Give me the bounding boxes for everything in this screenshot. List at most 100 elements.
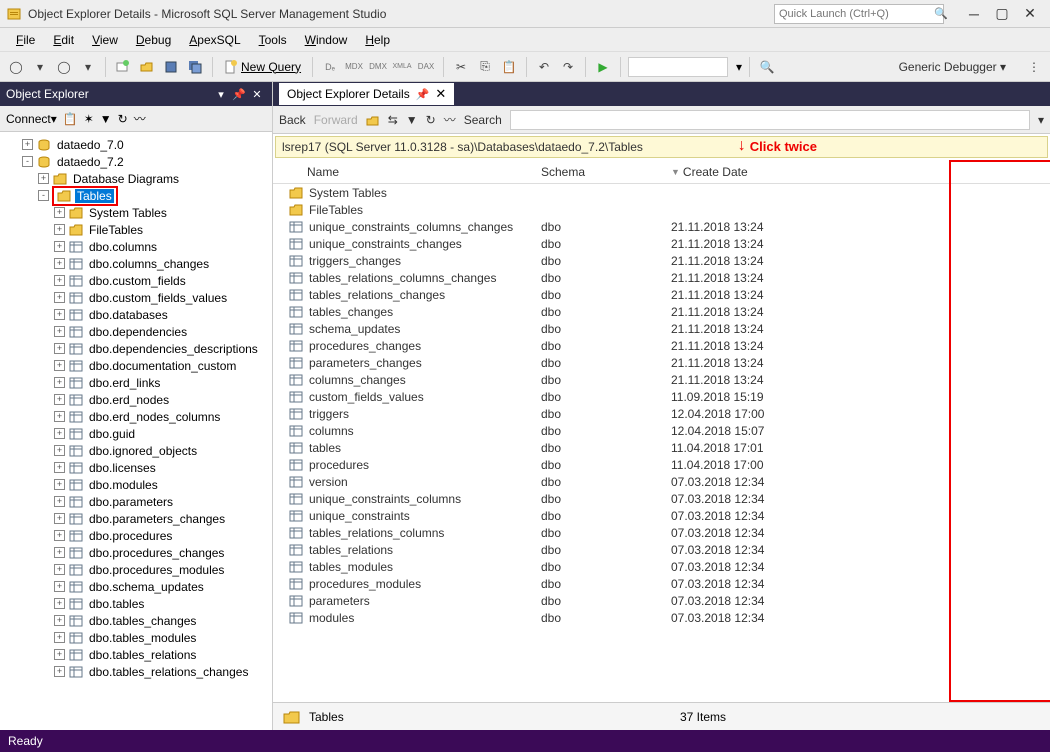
- expand-icon[interactable]: +: [54, 343, 65, 354]
- mdx-icon[interactable]: MDX: [344, 57, 364, 77]
- tree-node[interactable]: +dbo.modules: [0, 476, 272, 493]
- refresh-icon[interactable]: ↻: [426, 113, 436, 127]
- close-button[interactable]: ✕: [1016, 4, 1044, 24]
- expand-icon[interactable]: -: [38, 190, 49, 201]
- filter-icon[interactable]: ▼: [406, 113, 418, 127]
- open-icon[interactable]: [137, 57, 157, 77]
- expand-icon[interactable]: +: [54, 394, 65, 405]
- tree-node[interactable]: +dbo.tables: [0, 595, 272, 612]
- minimize-button[interactable]: ─: [960, 4, 988, 24]
- pane-pin-icon[interactable]: 📌: [230, 88, 248, 101]
- expand-icon[interactable]: +: [54, 258, 65, 269]
- tree-node[interactable]: +FileTables: [0, 221, 272, 238]
- up-icon[interactable]: [366, 113, 380, 127]
- expand-icon[interactable]: +: [54, 292, 65, 303]
- nav-back-button[interactable]: ◯: [6, 57, 26, 77]
- search-icon[interactable]: 🔍: [934, 7, 948, 20]
- expand-icon[interactable]: +: [54, 564, 65, 575]
- expand-icon[interactable]: +: [54, 309, 65, 320]
- expand-icon[interactable]: +: [54, 377, 65, 388]
- nav-back-dd[interactable]: ▾: [30, 57, 50, 77]
- tree-node[interactable]: +dbo.columns_changes: [0, 255, 272, 272]
- expand-icon[interactable]: +: [54, 462, 65, 473]
- tree-node[interactable]: +dbo.licenses: [0, 459, 272, 476]
- activity-icon[interactable]: 〰: [444, 111, 456, 128]
- oe-filter-icon[interactable]: ▼: [100, 112, 112, 126]
- menu-view[interactable]: View: [84, 31, 126, 49]
- expand-icon[interactable]: +: [54, 241, 65, 252]
- oe-btn-1[interactable]: 📋: [63, 112, 78, 126]
- tree-node[interactable]: +dbo.erd_links: [0, 374, 272, 391]
- tree-node[interactable]: -dataedo_7.2: [0, 153, 272, 170]
- tree-node[interactable]: +dbo.dependencies: [0, 323, 272, 340]
- expand-icon[interactable]: +: [54, 496, 65, 507]
- save-icon[interactable]: [161, 57, 181, 77]
- expand-icon[interactable]: -: [22, 156, 33, 167]
- expand-icon[interactable]: +: [54, 275, 65, 286]
- tree-node[interactable]: +dbo.erd_nodes_columns: [0, 408, 272, 425]
- expand-icon[interactable]: +: [54, 207, 65, 218]
- tree-node[interactable]: +dbo.tables_modules: [0, 629, 272, 646]
- dax-icon[interactable]: DAX: [416, 57, 436, 77]
- nav-fwd-button[interactable]: ◯: [54, 57, 74, 77]
- details-grid[interactable]: Name Schema ▼Create Date System TablesFi…: [273, 160, 1050, 702]
- expand-icon[interactable]: +: [54, 360, 65, 371]
- paste-icon[interactable]: 📋: [499, 57, 519, 77]
- play-icon[interactable]: ▶: [593, 57, 613, 77]
- expand-icon[interactable]: +: [54, 615, 65, 626]
- tree-node[interactable]: -Tables: [0, 187, 272, 204]
- col-schema[interactable]: Schema: [533, 160, 663, 183]
- oe-activity-icon[interactable]: 〰: [134, 110, 146, 127]
- expand-icon[interactable]: +: [54, 581, 65, 592]
- expand-icon[interactable]: +: [54, 666, 65, 677]
- tree-node[interactable]: +dbo.custom_fields_values: [0, 289, 272, 306]
- tree-node[interactable]: +dbo.tables_changes: [0, 612, 272, 629]
- forward-button[interactable]: Forward: [314, 113, 358, 127]
- expand-icon[interactable]: +: [54, 224, 65, 235]
- tree-node[interactable]: +Database Diagrams: [0, 170, 272, 187]
- tree-node[interactable]: +dbo.schema_updates: [0, 578, 272, 595]
- nav-fwd-dd[interactable]: ▾: [78, 57, 98, 77]
- redo-icon[interactable]: ↷: [558, 57, 578, 77]
- menu-file[interactable]: File: [8, 31, 43, 49]
- tree-node[interactable]: +dbo.databases: [0, 306, 272, 323]
- tab-close-icon[interactable]: ✕: [435, 86, 446, 102]
- generic-debugger-dropdown[interactable]: Generic Debugger ▾: [895, 60, 1020, 74]
- col-create-date[interactable]: ▼Create Date: [663, 160, 793, 183]
- cut-icon[interactable]: ✂: [451, 57, 471, 77]
- col-name[interactable]: Name: [273, 160, 533, 183]
- expand-icon[interactable]: +: [22, 139, 33, 150]
- tree-node[interactable]: +dbo.tables_relations_changes: [0, 663, 272, 680]
- tree-node[interactable]: +System Tables: [0, 204, 272, 221]
- tree-node[interactable]: +dbo.dependencies_descriptions: [0, 340, 272, 357]
- tree-node[interactable]: +dbo.tables_relations: [0, 646, 272, 663]
- expand-icon[interactable]: +: [54, 513, 65, 524]
- expand-icon[interactable]: +: [54, 632, 65, 643]
- expand-icon[interactable]: +: [54, 547, 65, 558]
- find-icon[interactable]: 🔍: [757, 57, 777, 77]
- expand-icon[interactable]: +: [54, 479, 65, 490]
- expand-icon[interactable]: +: [54, 445, 65, 456]
- connect-button[interactable]: Connect ▾: [6, 112, 57, 126]
- expand-icon[interactable]: +: [54, 326, 65, 337]
- tree-node[interactable]: +dbo.procedures_modules: [0, 561, 272, 578]
- expand-icon[interactable]: +: [54, 530, 65, 541]
- menu-tools[interactable]: Tools: [251, 31, 295, 49]
- expand-icon[interactable]: +: [54, 411, 65, 422]
- new-project-icon[interactable]: [113, 57, 133, 77]
- expand-icon[interactable]: +: [38, 173, 49, 184]
- tree-node[interactable]: +dbo.procedures_changes: [0, 544, 272, 561]
- copy-icon[interactable]: ⎘: [475, 57, 495, 77]
- search-dropdown-icon[interactable]: ▾: [1038, 113, 1044, 127]
- tree-node[interactable]: +dbo.guid: [0, 425, 272, 442]
- expand-icon[interactable]: +: [54, 428, 65, 439]
- menu-debug[interactable]: Debug: [128, 31, 179, 49]
- tree-node[interactable]: +dbo.parameters_changes: [0, 510, 272, 527]
- menu-help[interactable]: Help: [357, 31, 398, 49]
- tree-node[interactable]: +dbo.columns: [0, 238, 272, 255]
- sync-icon[interactable]: ⇆: [388, 113, 398, 127]
- undo-icon[interactable]: ↶: [534, 57, 554, 77]
- de-icon[interactable]: Dₑ: [320, 57, 340, 77]
- expand-icon[interactable]: +: [54, 649, 65, 660]
- table-row[interactable]: modulesdbo07.03.2018 12:34: [273, 609, 1050, 626]
